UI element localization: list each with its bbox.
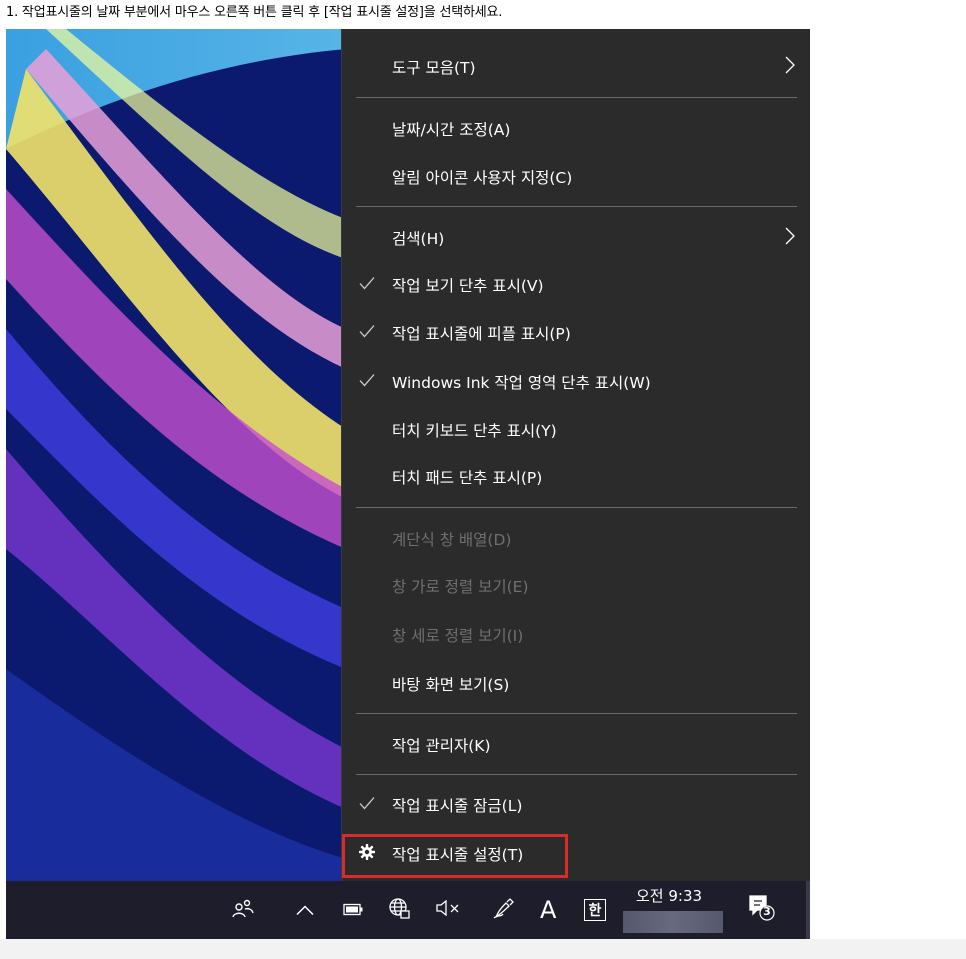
menu-item-show-task-view[interactable]: 작업 보기 단추 표시(V) bbox=[342, 265, 810, 305]
menu-item-show-touchpad[interactable]: 터치 패드 단추 표시(P) bbox=[342, 457, 810, 497]
menu-item-customize-notification-icons[interactable]: 알림 아이콘 사용자 지정(C) bbox=[342, 157, 810, 197]
menu-item-label: 터치 키보드 단추 표시(Y) bbox=[392, 422, 557, 440]
menu-item-toolbars[interactable]: 도구 모음(T) bbox=[342, 47, 810, 87]
menu-item-label: 작업 보기 단추 표시(V) bbox=[392, 277, 544, 295]
menu-separator bbox=[356, 774, 797, 775]
menu-separator bbox=[356, 97, 797, 98]
action-center-icon[interactable]: 3 bbox=[748, 894, 776, 926]
menu-item-label: 바탕 화면 보기(S) bbox=[392, 676, 510, 694]
menu-item-show-stacked: 창 가로 정렬 보기(E) bbox=[342, 566, 810, 606]
speaker-muted-icon[interactable] bbox=[436, 899, 462, 920]
menu-item-label: 터치 패드 단추 표시(P) bbox=[392, 469, 543, 487]
checkmark-icon bbox=[359, 276, 375, 295]
clock-time[interactable]: 오전 9:33 bbox=[636, 885, 702, 906]
instruction-caption: 1. 작업표시줄의 날짜 부분에서 마우스 오른쪽 버튼 클릭 후 [작업 표시… bbox=[6, 5, 503, 20]
blurred-date bbox=[623, 911, 723, 933]
menu-item-show-touch-keyboard[interactable]: 터치 키보드 단추 표시(Y) bbox=[342, 410, 810, 450]
chevron-right-icon bbox=[785, 56, 795, 78]
menu-item-label: 검색(H) bbox=[392, 230, 445, 248]
checkmark-icon bbox=[359, 324, 375, 343]
chevron-right-icon bbox=[785, 227, 795, 249]
taskbar-context-menu: 도구 모음(T) 날짜/시간 조정(A) 알림 아이콘 사용자 지정(C) 검색… bbox=[341, 29, 810, 890]
menu-item-label: 작업 관리자(K) bbox=[392, 737, 491, 755]
highlight-box bbox=[342, 834, 568, 878]
menu-item-cascade-windows: 계단식 창 배열(D) bbox=[342, 519, 810, 559]
ime-mode-indicator[interactable]: A bbox=[540, 896, 556, 924]
show-desktop-strip[interactable] bbox=[806, 881, 810, 939]
network-globe-icon[interactable] bbox=[388, 897, 410, 923]
windows-ink-pen-icon[interactable] bbox=[493, 897, 515, 923]
menu-separator bbox=[356, 713, 797, 714]
menu-item-show-side-by-side: 창 세로 정렬 보기(I) bbox=[342, 615, 810, 655]
menu-item-adjust-date-time[interactable]: 날짜/시간 조정(A) bbox=[342, 109, 810, 149]
menu-item-label: 작업 표시줄에 피플 표시(P) bbox=[392, 325, 571, 343]
ime-hangul-indicator[interactable]: 한 bbox=[584, 899, 606, 921]
menu-item-label: 날짜/시간 조정(A) bbox=[392, 121, 511, 139]
people-icon[interactable] bbox=[232, 898, 254, 922]
menu-item-show-windows-ink[interactable]: Windows Ink 작업 영역 단추 표시(W) bbox=[342, 362, 810, 402]
menu-item-label: 작업 표시줄 잠금(L) bbox=[392, 797, 523, 815]
menu-item-label: 도구 모음(T) bbox=[392, 59, 476, 77]
menu-item-show-desktop[interactable]: 바탕 화면 보기(S) bbox=[342, 664, 810, 704]
menu-separator bbox=[356, 507, 797, 508]
menu-item-label: Windows Ink 작업 영역 단추 표시(W) bbox=[392, 374, 651, 392]
menu-item-label: 창 가로 정렬 보기(E) bbox=[392, 578, 529, 596]
chevron-up-icon[interactable] bbox=[296, 901, 314, 920]
menu-item-label: 계단식 창 배열(D) bbox=[392, 531, 512, 549]
menu-item-task-manager[interactable]: 작업 관리자(K) bbox=[342, 725, 810, 765]
menu-separator bbox=[356, 206, 797, 207]
battery-icon[interactable] bbox=[343, 901, 363, 920]
menu-item-show-people[interactable]: 작업 표시줄에 피플 표시(P) bbox=[342, 313, 810, 353]
desktop-screenshot: 도구 모음(T) 날짜/시간 조정(A) 알림 아이콘 사용자 지정(C) 검색… bbox=[6, 29, 810, 939]
checkmark-icon bbox=[359, 796, 375, 815]
taskbar: A 한 오전 9:33 3 bbox=[6, 881, 810, 939]
page-footer-strip bbox=[0, 939, 966, 959]
notification-count-badge: 3 bbox=[763, 905, 771, 918]
menu-item-label: 알림 아이콘 사용자 지정(C) bbox=[392, 169, 573, 187]
checkmark-icon bbox=[359, 373, 375, 392]
menu-item-label: 창 세로 정렬 보기(I) bbox=[392, 627, 524, 645]
menu-item-search[interactable]: 검색(H) bbox=[342, 218, 810, 258]
menu-item-lock-taskbar[interactable]: 작업 표시줄 잠금(L) bbox=[342, 785, 810, 825]
